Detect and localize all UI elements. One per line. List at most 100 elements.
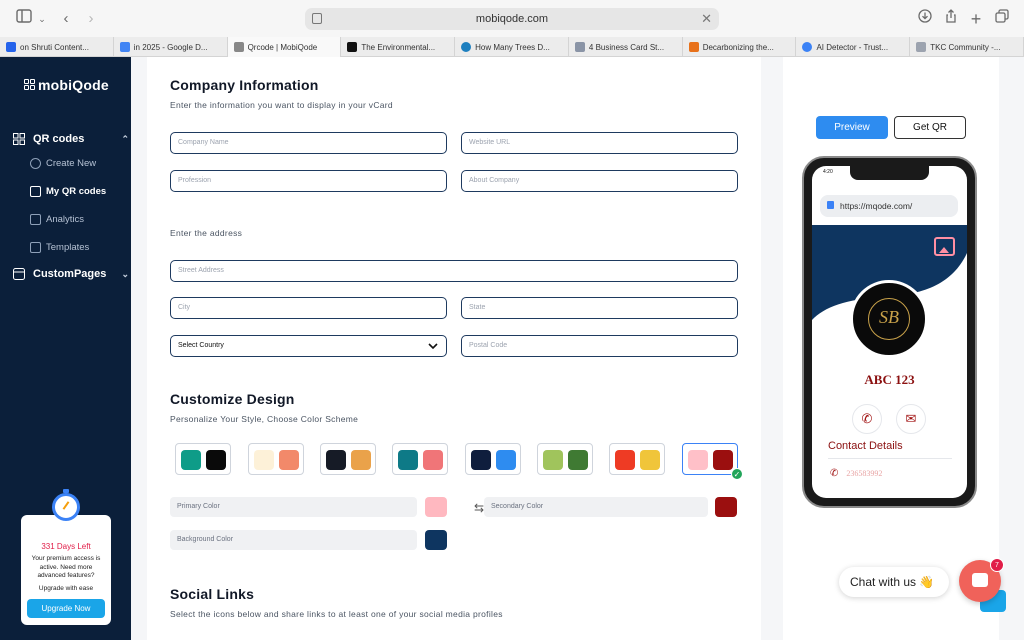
scheme-color-a xyxy=(181,450,201,470)
color-scheme-option[interactable] xyxy=(320,443,376,475)
preview-url-text: https://mqode.com/ xyxy=(840,201,913,211)
sidebar-item-label: Templates xyxy=(46,242,90,253)
scheme-color-a xyxy=(688,450,708,470)
browser-tab[interactable]: AI Detector - Trust... xyxy=(796,37,911,57)
tab-label: TKC Community -... xyxy=(930,42,1001,52)
phone-call-icon[interactable]: ✆ xyxy=(852,404,882,434)
browser-tab[interactable]: The Environmental... xyxy=(341,37,456,57)
clear-url-icon[interactable]: ✕ xyxy=(701,8,712,30)
favicon-icon xyxy=(802,42,813,52)
color-scheme-option[interactable] xyxy=(175,443,231,475)
favicon-icon xyxy=(6,42,16,52)
sidebar-item-my-qr-codes[interactable]: My QR codes xyxy=(30,186,106,197)
browser-tab[interactable]: How Many Trees D... xyxy=(455,37,569,57)
chat-prompt[interactable]: Chat with us 👋 xyxy=(839,567,949,597)
chevron-down-icon[interactable]: ⌄ xyxy=(32,9,52,29)
secondary-color-field[interactable]: Secondary Color xyxy=(484,497,708,517)
back-icon[interactable]: ‹ xyxy=(56,9,76,29)
country-select-value: Select Country xyxy=(178,342,224,349)
primary-color-swatch[interactable] xyxy=(425,497,447,517)
secondary-color-swatch[interactable] xyxy=(715,497,737,517)
country-select[interactable]: Select Country xyxy=(170,335,447,357)
color-scheme-option[interactable] xyxy=(537,443,593,475)
nav-group-label: CustomPages xyxy=(33,268,107,280)
qr-grid-icon xyxy=(13,133,25,145)
browser-tab[interactable]: on Shruti Content... xyxy=(0,37,114,57)
scheme-color-a xyxy=(471,450,491,470)
sidebar-toggle-icon[interactable] xyxy=(14,9,34,29)
swap-colors-icon[interactable]: ⇆ xyxy=(474,501,484,515)
about-company-field[interactable]: About Company xyxy=(461,170,738,192)
browser-tab[interactable]: 4 Business Card St... xyxy=(569,37,683,57)
profession-field[interactable]: Profession xyxy=(170,170,447,192)
tab-label: How Many Trees D... xyxy=(475,42,550,52)
scheme-color-b xyxy=(279,450,299,470)
color-scheme-option[interactable] xyxy=(465,443,521,475)
tab-label: Qrcode | MobiQode xyxy=(247,42,318,52)
background-color-swatch[interactable] xyxy=(425,530,447,550)
nav-group-qr-codes[interactable]: QR codes ⌃ xyxy=(13,133,131,145)
address-bar[interactable]: mobiqode.com ✕ xyxy=(305,8,719,30)
tab-overview-icon[interactable] xyxy=(992,9,1012,29)
new-tab-icon[interactable]: + xyxy=(966,9,986,29)
phone-mockup: 4:20 https://mqode.com/ SB ABC 123 ✆ ✉ C… xyxy=(802,156,977,508)
pages-icon xyxy=(13,268,25,280)
favicon-icon xyxy=(688,42,699,52)
nav-group-label: QR codes xyxy=(33,133,85,145)
mail-icon[interactable]: ✉ xyxy=(896,404,926,434)
city-field[interactable]: City xyxy=(170,297,447,319)
scheme-color-a xyxy=(398,450,418,470)
sidebar-item-create-new[interactable]: Create New xyxy=(30,158,96,169)
favicon-icon xyxy=(347,42,358,52)
favicon-icon xyxy=(916,42,927,52)
scheme-color-b xyxy=(423,450,443,470)
postal-code-field[interactable]: Postal Code xyxy=(461,335,738,357)
sidebar-item-label: Create New xyxy=(46,158,97,169)
upgrade-now-button[interactable]: Upgrade Now xyxy=(27,599,105,618)
browser-tab-active[interactable]: Qrcode | MobiQode xyxy=(227,37,342,57)
browser-tab[interactable]: in 2025 - Google D... xyxy=(114,37,228,57)
sidebar-item-label: My QR codes xyxy=(46,186,107,197)
scheme-color-b xyxy=(496,450,516,470)
scheme-color-b xyxy=(568,450,588,470)
browser-tab[interactable]: Decarbonizing the... xyxy=(683,37,797,57)
sidebar-item-analytics[interactable]: Analytics xyxy=(30,214,84,225)
color-scheme-option[interactable] xyxy=(248,443,304,475)
state-field[interactable]: State xyxy=(461,297,738,319)
tab-label: 4 Business Card St... xyxy=(588,42,665,52)
sidebar-item-templates[interactable]: Templates xyxy=(30,242,89,253)
premium-promo-card: 331 Days Left Your premium access is act… xyxy=(21,489,111,625)
section-subtitle-design: Personalize Your Style, Choose Color Sch… xyxy=(170,414,359,424)
brand-logo[interactable]: mobiQode xyxy=(24,77,109,93)
background-color-field[interactable]: Background Color xyxy=(170,530,417,550)
street-address-field[interactable]: Street Address xyxy=(170,260,738,282)
download-icon[interactable] xyxy=(915,9,935,29)
get-qr-button[interactable]: Get QR xyxy=(894,116,966,139)
chevron-down-icon xyxy=(428,336,438,364)
share-icon[interactable] xyxy=(941,9,961,29)
favicon-icon xyxy=(233,42,244,52)
tab-label: Decarbonizing the... xyxy=(702,42,774,52)
color-scheme-option[interactable] xyxy=(392,443,448,475)
forward-icon[interactable]: › xyxy=(81,9,101,29)
website-url-field[interactable]: Website URL xyxy=(461,132,738,154)
sidebar: mobiQode QR codes ⌃ Create New My QR cod… xyxy=(0,57,131,640)
scheme-color-b xyxy=(351,450,371,470)
site-settings-icon[interactable] xyxy=(312,13,322,24)
browser-tab[interactable]: TKC Community -... xyxy=(910,37,1024,57)
primary-color-field[interactable]: Primary Color xyxy=(170,497,417,517)
color-scheme-option[interactable] xyxy=(609,443,665,475)
chevron-up-icon: ⌃ xyxy=(121,133,129,144)
days-left-text: 331 Days Left xyxy=(41,542,91,551)
preview-panel: Preview Get QR 4:20 https://mqode.com/ S… xyxy=(783,57,999,640)
color-scheme-option-selected[interactable]: ✓ xyxy=(682,443,743,480)
scheme-color-b xyxy=(640,450,660,470)
promo-description: Your premium access is active. Need more… xyxy=(31,555,101,579)
image-icon[interactable] xyxy=(934,237,955,256)
scheme-color-b xyxy=(206,450,226,470)
tab-bar: on Shruti Content... in 2025 - Google D.… xyxy=(0,37,1024,57)
preview-button[interactable]: Preview xyxy=(816,116,888,139)
company-name-field[interactable]: Company Name xyxy=(170,132,447,154)
brand-name: mobiQode xyxy=(38,77,109,93)
nav-group-custom-pages[interactable]: CustomPages ⌄ xyxy=(13,268,131,280)
